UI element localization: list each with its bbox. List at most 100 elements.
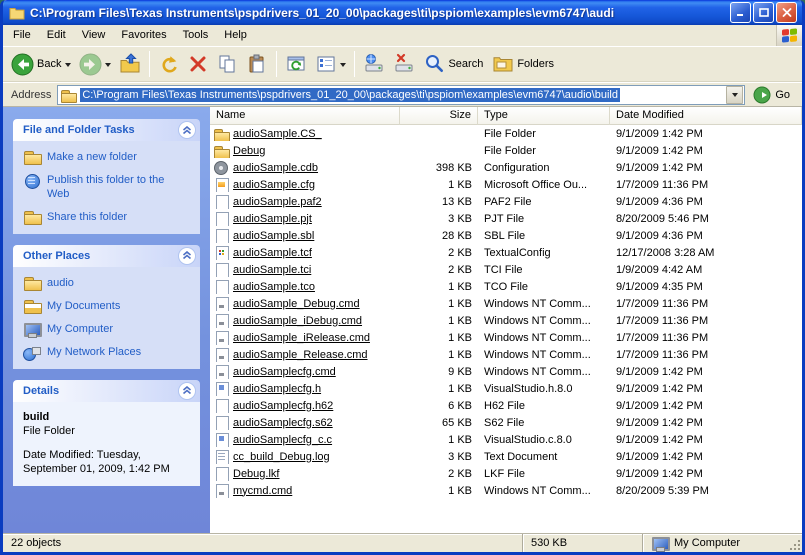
refresh-button[interactable] <box>281 50 311 78</box>
file-name[interactable]: Debug <box>233 145 265 157</box>
file-row[interactable]: audioSamplecfg.cmd 9 KB Windows NT Comm.… <box>210 363 802 380</box>
menu-favorites[interactable]: Favorites <box>113 25 174 46</box>
folders-button[interactable]: Folders <box>488 50 559 78</box>
task-link[interactable]: Share this folder <box>23 210 190 225</box>
file-row[interactable]: audioSamplecfg.h 1 KB VisualStudio.h.8.0… <box>210 380 802 397</box>
file-type: TextualConfig <box>484 246 551 259</box>
file-row[interactable]: audioSample_iDebug.cmd 1 KB Windows NT C… <box>210 312 802 329</box>
file-name[interactable]: audioSample.tcf <box>233 247 312 259</box>
file-name[interactable]: audioSamplecfg.s62 <box>233 417 333 429</box>
file-row[interactable]: audioSamplecfg.s62 65 KB S62 File 9/1/20… <box>210 414 802 431</box>
file-name[interactable]: audioSample.pjt <box>233 213 312 225</box>
window-folder-icon[interactable] <box>9 6 25 20</box>
file-name[interactable]: audioSample.CS_ <box>233 128 322 140</box>
file-name[interactable]: mycmd.cmd <box>233 485 292 497</box>
menu-edit[interactable]: Edit <box>39 25 74 46</box>
search-button[interactable]: Search <box>419 50 488 78</box>
other-place-link[interactable]: My Computer <box>23 322 190 338</box>
map-drive-button[interactable] <box>359 50 389 78</box>
file-row[interactable]: cc_build_Debug.log 3 KB Text Document 9/… <box>210 448 802 465</box>
views-dropdown-icon[interactable] <box>340 62 347 70</box>
file-name[interactable]: audioSample.cfg <box>233 179 315 191</box>
forward-dropdown-icon[interactable] <box>105 62 112 70</box>
file-name[interactable]: audioSample.paf2 <box>233 196 322 208</box>
copy-button[interactable] <box>212 50 242 78</box>
title-bar[interactable]: C:\Program Files\Texas Instruments\pspdr… <box>3 0 802 25</box>
views-button[interactable] <box>311 50 350 78</box>
maximize-button[interactable] <box>753 2 774 23</box>
collapse-chevron-icon[interactable] <box>178 121 196 139</box>
toolbar: Back Search Folders <box>3 46 802 82</box>
other-places-header[interactable]: Other Places <box>13 244 200 267</box>
go-button[interactable]: Go <box>751 86 797 104</box>
close-button[interactable] <box>776 2 797 23</box>
task-link[interactable]: Make a new folder <box>23 150 190 165</box>
file-name[interactable]: audioSample_Release.cmd <box>233 349 368 361</box>
undo-button[interactable] <box>154 50 184 78</box>
up-button[interactable] <box>115 50 145 78</box>
column-header-name[interactable]: Name <box>210 107 400 125</box>
file-name[interactable]: audioSamplecfg_c.c <box>233 434 332 446</box>
file-row[interactable]: audioSample_Release.cmd 1 KB Windows NT … <box>210 346 802 363</box>
file-name[interactable]: audioSample.cdb <box>233 162 318 174</box>
file-name[interactable]: cc_build_Debug.log <box>233 451 330 463</box>
address-dropdown-button[interactable] <box>726 85 744 104</box>
file-name[interactable]: audioSamplecfg.h62 <box>233 400 333 412</box>
file-row[interactable]: Debug.lkf 2 KB LKF File 9/1/2009 1:42 PM <box>210 465 802 482</box>
file-name[interactable]: audioSample_iRelease.cmd <box>233 332 370 344</box>
file-name[interactable]: audioSample.tci <box>233 264 311 276</box>
disconnect-drive-button[interactable] <box>389 50 419 78</box>
other-place-link[interactable]: My Documents <box>23 299 190 314</box>
file-row[interactable]: audioSamplecfg_c.c 1 KB VisualStudio.c.8… <box>210 431 802 448</box>
file-type: LKF File <box>484 467 525 480</box>
collapse-chevron-icon[interactable] <box>178 246 196 265</box>
file-type: VisualStudio.c.8.0 <box>484 433 572 446</box>
minimize-button[interactable] <box>730 2 751 23</box>
other-place-link[interactable]: My Network Places <box>23 345 190 361</box>
file-row[interactable]: audioSample_Debug.cmd 1 KB Windows NT Co… <box>210 295 802 312</box>
file-row[interactable]: audioSample.tcf 2 KB TextualConfig 12/17… <box>210 244 802 261</box>
file-row[interactable]: audioSample.tci 2 KB TCI File 1/9/2009 4… <box>210 261 802 278</box>
file-row[interactable]: audioSample.paf2 13 KB PAF2 File 9/1/200… <box>210 193 802 210</box>
column-header-date-modified[interactable]: Date Modified <box>610 107 802 125</box>
back-button[interactable]: Back <box>7 50 75 79</box>
column-header-type[interactable]: Type <box>478 107 610 125</box>
menu-file[interactable]: File <box>5 25 39 46</box>
task-link[interactable]: Publish this folder to the Web <box>23 173 190 202</box>
resize-grip[interactable] <box>788 538 800 550</box>
file-row[interactable]: Debug File Folder 9/1/2009 1:42 PM <box>210 142 802 159</box>
column-header-size[interactable]: Size <box>400 107 478 125</box>
file-name[interactable]: audioSamplecfg.cmd <box>233 366 336 378</box>
address-input[interactable]: C:\Program Files\Texas Instruments\pspdr… <box>57 84 746 105</box>
back-dropdown-icon[interactable] <box>65 62 72 70</box>
file-row[interactable]: audioSamplecfg.h62 6 KB H62 File 9/1/200… <box>210 397 802 414</box>
file-row[interactable]: audioSample.tco 1 KB TCO File 9/1/2009 4… <box>210 278 802 295</box>
file-row[interactable]: audioSample.CS_ File Folder 9/1/2009 1:4… <box>210 125 802 142</box>
file-date: 1/9/2009 4:42 AM <box>616 263 703 276</box>
menu-help[interactable]: Help <box>216 25 255 46</box>
file-row[interactable]: audioSample.cdb 398 KB Configuration 9/1… <box>210 159 802 176</box>
file-name[interactable]: audioSample_iDebug.cmd <box>233 315 362 327</box>
file-icon <box>214 415 229 430</box>
file-name[interactable]: audioSample.sbl <box>233 230 314 242</box>
file-name[interactable]: audioSample.tco <box>233 281 315 293</box>
file-name[interactable]: audioSamplecfg.h <box>233 383 321 395</box>
delete-button[interactable] <box>184 51 212 77</box>
details-header[interactable]: Details <box>13 379 200 402</box>
file-row[interactable]: mycmd.cmd 1 KB Windows NT Comm... 8/20/2… <box>210 482 802 499</box>
other-place-link[interactable]: audio <box>23 276 190 291</box>
file-row[interactable]: audioSample_iRelease.cmd 1 KB Windows NT… <box>210 329 802 346</box>
menu-tools[interactable]: Tools <box>175 25 217 46</box>
file-name[interactable]: audioSample_Debug.cmd <box>233 298 360 310</box>
file-folder-tasks-header[interactable]: File and Folder Tasks <box>13 119 200 141</box>
file-row[interactable]: audioSample.pjt 3 KB PJT File 8/20/2009 … <box>210 210 802 227</box>
file-name-cell: audioSample_iDebug.cmd <box>210 313 400 328</box>
forward-button[interactable] <box>75 50 115 79</box>
collapse-chevron-icon[interactable] <box>178 381 196 400</box>
file-row[interactable]: audioSample.cfg 1 KB Microsoft Office Ou… <box>210 176 802 193</box>
file-name-cell: audioSample.sbl <box>210 228 400 243</box>
file-row[interactable]: audioSample.sbl 28 KB SBL File 9/1/2009 … <box>210 227 802 244</box>
paste-button[interactable] <box>242 50 272 78</box>
file-name[interactable]: Debug.lkf <box>233 468 279 480</box>
menu-view[interactable]: View <box>74 25 114 46</box>
